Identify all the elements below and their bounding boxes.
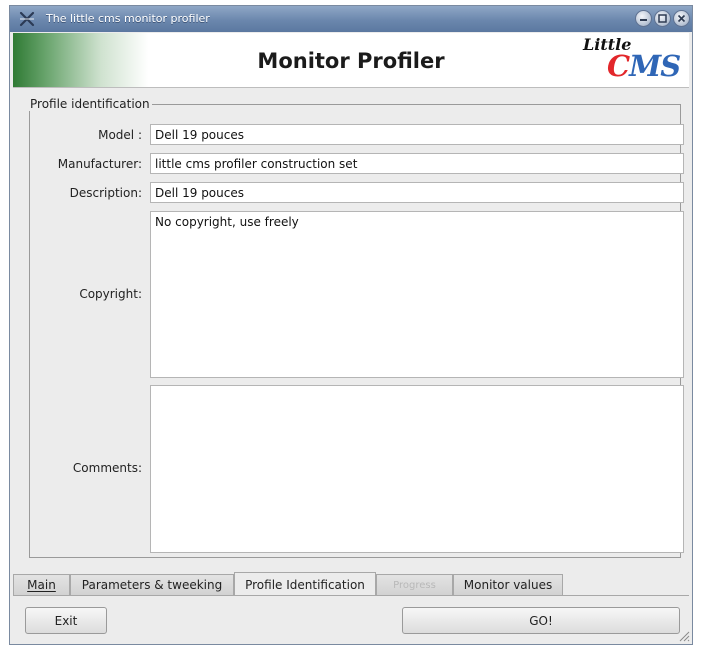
tab-bar: Main Parameters & tweeking Profile Ident… [13, 572, 689, 596]
maximize-icon [658, 14, 667, 23]
logo-c-letter: C [607, 49, 630, 83]
header-banner: Monitor Profiler Little CMS [13, 33, 689, 88]
group-legend: Profile identification [30, 97, 150, 111]
tab-main[interactable]: Main [13, 574, 70, 595]
exit-button[interactable]: Exit [25, 607, 107, 634]
close-button[interactable] [673, 10, 690, 27]
tab-parameters[interactable]: Parameters & tweeking [70, 574, 234, 595]
app-icon[interactable] [18, 10, 36, 28]
logo-ms-letters: MS [629, 49, 681, 83]
model-label: Model : [98, 128, 142, 142]
tab-main-label: Main [27, 578, 56, 592]
tab-progress: Progress [376, 574, 453, 595]
minimize-button[interactable] [635, 10, 652, 27]
maximize-button[interactable] [654, 10, 671, 27]
profile-identification-group: Profile identification Model : Dell 19 p… [29, 97, 684, 558]
close-icon [677, 14, 686, 23]
go-button[interactable]: GO! [402, 607, 680, 634]
minimize-icon [640, 19, 647, 21]
tab-divider [13, 595, 689, 596]
description-label: Description: [69, 186, 142, 200]
comments-textarea[interactable] [150, 385, 684, 553]
tab-monitor-values[interactable]: Monitor values [453, 574, 563, 595]
manufacturer-input[interactable]: little cms profiler construction set [150, 153, 684, 174]
app-window: The little cms monitor profiler Monitor … [9, 5, 693, 645]
little-cms-logo: Little CMS [575, 35, 681, 85]
description-input[interactable]: Dell 19 pouces [150, 182, 684, 203]
tab-profile-identification[interactable]: Profile Identification [234, 572, 376, 596]
comments-label: Comments: [72, 461, 142, 475]
copyright-label: Copyright: [79, 287, 142, 301]
title-bar[interactable]: The little cms monitor profiler [10, 6, 692, 32]
model-input[interactable]: Dell 19 pouces [150, 124, 684, 145]
logo-cms-text: CMS [607, 49, 681, 83]
window-title: The little cms monitor profiler [46, 12, 210, 25]
manufacturer-label: Manufacturer: [57, 157, 142, 171]
copyright-textarea[interactable]: No copyright, use freely [150, 211, 684, 378]
resize-grip-icon[interactable] [678, 630, 690, 642]
